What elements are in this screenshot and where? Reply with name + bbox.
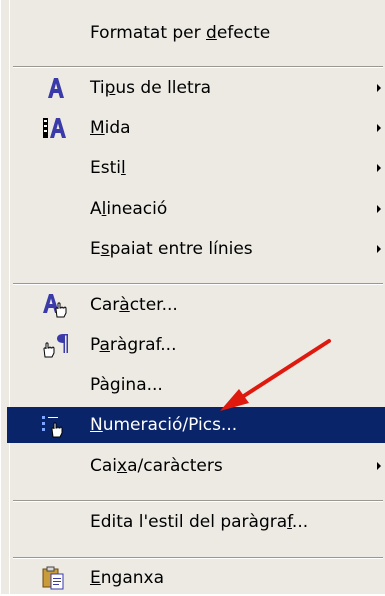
menu-separator xyxy=(13,500,383,502)
menu-separator xyxy=(13,557,383,559)
menu-gutter-line xyxy=(9,0,10,594)
menu-item-label: Caixa/caràcters xyxy=(90,456,223,476)
submenu-arrow-icon xyxy=(377,164,381,172)
menu-item-default-formatting[interactable]: Formatat per defecte xyxy=(13,15,385,51)
menu-item-paste[interactable]: Enganxa xyxy=(13,560,385,596)
submenu-arrow-icon xyxy=(377,462,381,470)
submenu-arrow-icon xyxy=(377,84,381,92)
menu-item-paragraph[interactable]: Paràgraf... xyxy=(13,327,385,363)
menu-item-label: Alineació xyxy=(90,199,168,219)
menu-item-label: Edita l'estil del paràgraf... xyxy=(90,512,309,532)
menu-item-style[interactable]: Estil xyxy=(13,150,385,186)
menu-item-label: Pàgina... xyxy=(90,375,163,395)
menu-item-label: Paràgraf... xyxy=(90,335,177,355)
submenu-arrow-icon xyxy=(377,124,381,132)
menu-item-label: Estil xyxy=(90,158,126,178)
font-size-icon xyxy=(41,115,71,141)
menu-item-label: Tipus de lletra xyxy=(90,78,212,98)
context-menu: Formatat per defecte Tipus de lletra Mid… xyxy=(0,0,385,594)
menu-item-size[interactable]: Mida xyxy=(13,110,385,146)
submenu-arrow-icon xyxy=(377,205,381,213)
menu-item-numbering-bullets[interactable]: Numeració/Pics... xyxy=(7,407,385,443)
menu-item-page[interactable]: Pàgina... xyxy=(13,367,385,403)
menu-item-label: Espaiat entre línies xyxy=(90,239,253,259)
font-icon xyxy=(41,75,71,101)
menu-item-case-characters[interactable]: Caixa/caràcters xyxy=(13,448,385,484)
menu-item-edit-paragraph-style[interactable]: Edita l'estil del paràgraf... xyxy=(13,504,385,540)
menu-separator xyxy=(13,66,383,68)
paragraph-icon xyxy=(41,332,71,358)
numbering-icon xyxy=(41,412,71,438)
menu-item-label: Numeració/Pics... xyxy=(90,415,238,435)
character-icon xyxy=(41,292,71,318)
menu-item-character[interactable]: Caràcter... xyxy=(13,287,385,323)
submenu-arrow-icon xyxy=(377,245,381,253)
menu-item-label: Caràcter... xyxy=(90,295,178,315)
menu-separator xyxy=(13,283,383,285)
menu-item-label: Enganxa xyxy=(90,568,164,588)
paste-icon xyxy=(41,565,71,591)
menu-item-font[interactable]: Tipus de lletra xyxy=(13,70,385,106)
menu-item-label: Formatat per defecte xyxy=(90,23,271,43)
menu-item-line-spacing[interactable]: Espaiat entre línies xyxy=(13,231,385,267)
menu-item-label: Mida xyxy=(90,118,131,138)
menu-item-alignment[interactable]: Alineació xyxy=(13,191,385,227)
